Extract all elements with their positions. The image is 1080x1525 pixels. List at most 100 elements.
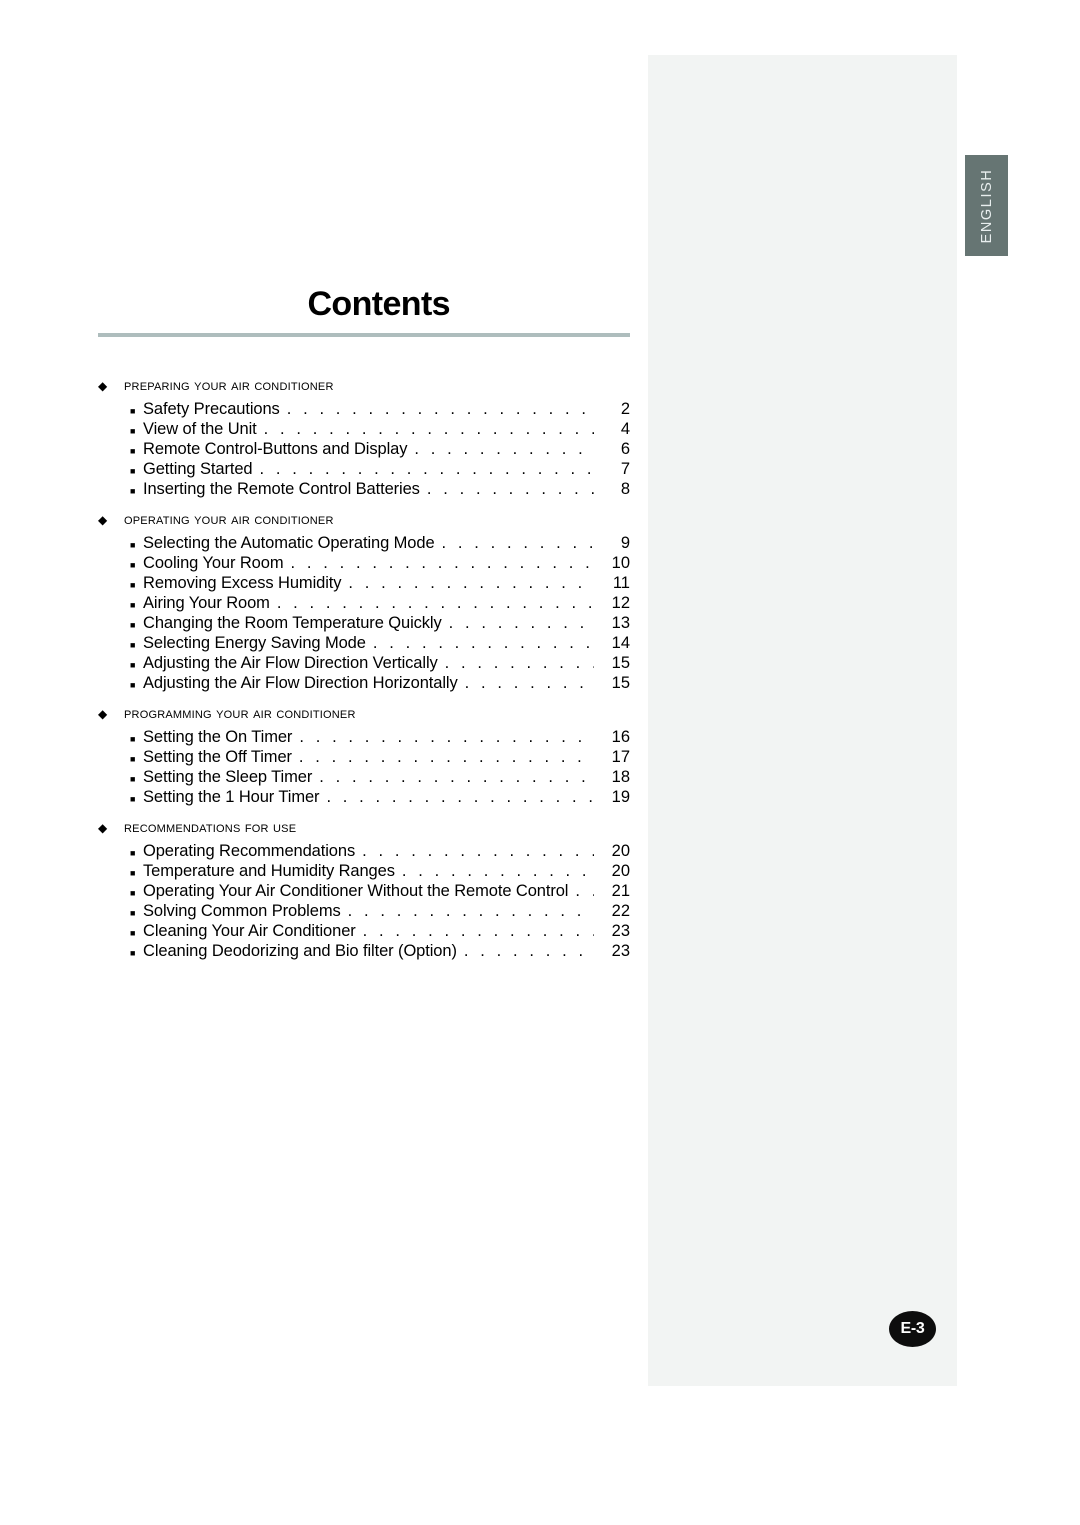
toc-entry-title: Inserting the Remote Control Batteries [143, 480, 420, 498]
toc-entry-page-number: 16 [611, 728, 630, 746]
toc-entry[interactable]: ■ Changing the Room Temperature Quickly . … [98, 613, 630, 633]
toc-entry-page-number: 20 [611, 862, 630, 880]
square-bullet-icon: ■ [130, 600, 136, 610]
page-number-badge: E-3 [889, 1311, 936, 1347]
toc-entry-page-number: 23 [611, 922, 630, 940]
dot-leader: . . . . . . . . . . . . . . . . . . . . … [414, 440, 594, 458]
toc-entry-page-number: 2 [620, 400, 630, 418]
toc-section-header: ◆ Recommendations for use [98, 818, 630, 838]
toc-entry-title: Adjusting the Air Flow Direction Horizon… [143, 674, 458, 692]
side-panel [648, 55, 957, 1386]
square-bullet-icon: ■ [130, 928, 136, 938]
table-of-contents: ◆ Preparing your air conditioner ■ Safety P… [98, 376, 630, 961]
toc-entry-title: Changing the Room Temperature Quickly [143, 614, 442, 632]
dot-leader: . . . . . . . . . . . . . . . . . . . . … [372, 634, 594, 652]
diamond-bullet-icon: ◆ [98, 707, 108, 721]
dot-leader: . . . . . . . . . . . . . . . . . . . . … [441, 534, 594, 552]
toc-entry[interactable]: ■ Inserting the Remote Control Batteries.… [98, 479, 630, 499]
title-divider [98, 333, 630, 337]
dot-leader: . . . . . . . . . . . . . . . . . . . . … [463, 942, 594, 960]
toc-entry-page-number: 8 [620, 480, 630, 498]
language-tab-english: ENGLISH [965, 155, 1008, 256]
toc-entry[interactable]: ■ Remote Control-Buttons and Display . . .… [98, 439, 630, 459]
content-column: Contents ◆ Preparing your air conditioner… [98, 282, 630, 961]
toc-entry-page-number: 10 [611, 554, 630, 572]
toc-entry-title: Cooling Your Room [143, 554, 284, 572]
toc-entry[interactable]: ■ Adjusting the Air Flow Direction Vertic… [98, 653, 630, 673]
toc-entry-title: Cleaning Deodorizing and Bio filter (Opt… [143, 942, 457, 960]
toc-entry[interactable]: ■ Operating Your Air Conditioner Without … [98, 881, 630, 901]
dot-leader: . . . . . . . . . . . . . . . . . . . . … [298, 748, 594, 766]
dot-leader: . . . . . . . . . . . . . . . . . . . . … [401, 862, 594, 880]
toc-entry[interactable]: ■ Selecting Energy Saving Mode . . . . . .… [98, 633, 630, 653]
toc-entry[interactable]: ■ Setting the Sleep Timer . . . . . . . . … [98, 767, 630, 787]
toc-entry-title: Selecting Energy Saving Mode [143, 634, 366, 652]
square-bullet-icon: ■ [130, 888, 136, 898]
toc-entry-title: Setting the On Timer [143, 728, 293, 746]
square-bullet-icon: ■ [130, 446, 136, 456]
dot-leader: . . . . . . . . . . . . . . . . . . . . … [263, 420, 594, 438]
dot-leader: . . . . . . . . . . . . . . . . . . . . … [286, 400, 594, 418]
toc-entry[interactable]: ■ Adjusting the Air Flow Direction Horizo… [98, 673, 630, 693]
toc-entry-page-number: 14 [611, 634, 630, 652]
square-bullet-icon: ■ [130, 620, 136, 630]
toc-entry-title: Operating Your Air Conditioner Without t… [143, 882, 569, 900]
square-bullet-icon: ■ [130, 560, 136, 570]
square-bullet-icon: ■ [130, 406, 136, 416]
toc-entry-page-number: 9 [620, 534, 630, 552]
toc-entry-title: Remote Control-Buttons and Display [143, 440, 408, 458]
square-bullet-icon: ■ [130, 580, 136, 590]
toc-entry[interactable]: ■ Getting Started . . . . . . . . . . . . … [98, 459, 630, 479]
toc-section-label: Programming your air conditioner [124, 705, 356, 722]
toc-entry[interactable]: ■ Removing Excess Humidity . . . . . . . .… [98, 573, 630, 593]
toc-entry[interactable]: ■ Setting the Off Timer . . . . . . . . . … [98, 747, 630, 767]
toc-entry-page-number: 20 [611, 842, 630, 860]
toc-entry[interactable]: ■ Airing Your Room . . . . . . . . . . . .… [98, 593, 630, 613]
toc-entry[interactable]: ■ Setting the On Timer . . . . . . . . . .… [98, 727, 630, 747]
dot-leader: . . . . . . . . . . . . . . . . . . . . … [426, 480, 594, 498]
toc-entry-title: Setting the 1 Hour Timer [143, 788, 320, 806]
toc-entry[interactable]: ■ View of the Unit . . . . . . . . . . . .… [98, 419, 630, 439]
diamond-bullet-icon: ◆ [98, 821, 108, 835]
toc-entry-title: View of the Unit [143, 420, 257, 438]
toc-entry[interactable]: ■ Cleaning Deodorizing and Bio filter (Op… [98, 941, 630, 961]
dot-leader: . . . . . . . . . . . . . . . . . . . . … [575, 882, 594, 900]
toc-entry[interactable]: ■ Solving Common Problems . . . . . . . . … [98, 901, 630, 921]
toc-entry[interactable]: ■ Cleaning Your Air Conditioner . . . . . … [98, 921, 630, 941]
dot-leader: . . . . . . . . . . . . . . . . . . . . … [259, 460, 594, 478]
toc-entry[interactable]: ■ Selecting the Automatic Operating Mode.… [98, 533, 630, 553]
square-bullet-icon: ■ [130, 948, 136, 958]
toc-entry[interactable]: ■ Safety Precautions . . . . . . . . . . .… [98, 399, 630, 419]
toc-entry-page-number: 21 [611, 882, 630, 900]
square-bullet-icon: ■ [130, 680, 136, 690]
dot-leader: . . . . . . . . . . . . . . . . . . . . … [464, 674, 594, 692]
toc-entry[interactable]: ■ Cooling Your Room . . . . . . . . . . . … [98, 553, 630, 573]
dot-leader: . . . . . . . . . . . . . . . . . . . . … [444, 654, 594, 672]
toc-entry-title: Cleaning Your Air Conditioner [143, 922, 356, 940]
toc-section-label: Preparing your air conditioner [124, 377, 334, 394]
toc-entry-title: Getting Started [143, 460, 253, 478]
square-bullet-icon: ■ [130, 660, 136, 670]
toc-section: ◆ Preparing your air conditioner ■ Safety P… [98, 376, 630, 499]
toc-entry[interactable]: ■ Operating Recommendations . . . . . . . … [98, 841, 630, 861]
dot-leader: . . . . . . . . . . . . . . . . . . . . … [362, 842, 594, 860]
toc-section: ◆ Operating your air conditioner ■ Selectin… [98, 510, 630, 693]
language-tab-label: ENGLISH [978, 168, 995, 243]
dot-leader: . . . . . . . . . . . . . . . . . . . . … [276, 594, 594, 612]
toc-entry-page-number: 15 [611, 654, 630, 672]
diamond-bullet-icon: ◆ [98, 513, 108, 527]
toc-entry[interactable]: ■ Setting the 1 Hour Timer . . . . . . . .… [98, 787, 630, 807]
toc-entry-title: Selecting the Automatic Operating Mode [143, 534, 435, 552]
toc-section: ◆ Recommendations for use ■ Operating Recom… [98, 818, 630, 961]
toc-entry-page-number: 15 [611, 674, 630, 692]
square-bullet-icon: ■ [130, 868, 136, 878]
dot-leader: . . . . . . . . . . . . . . . . . . . . … [347, 902, 594, 920]
square-bullet-icon: ■ [130, 640, 136, 650]
square-bullet-icon: ■ [130, 734, 136, 744]
toc-entry-page-number: 23 [611, 942, 630, 960]
square-bullet-icon: ■ [130, 466, 136, 476]
dot-leader: . . . . . . . . . . . . . . . . . . . . … [448, 614, 594, 632]
toc-section-label: Recommendations for use [124, 819, 297, 836]
toc-entry-page-number: 12 [611, 594, 630, 612]
toc-entry[interactable]: ■ Temperature and Humidity Ranges . . . . … [98, 861, 630, 881]
